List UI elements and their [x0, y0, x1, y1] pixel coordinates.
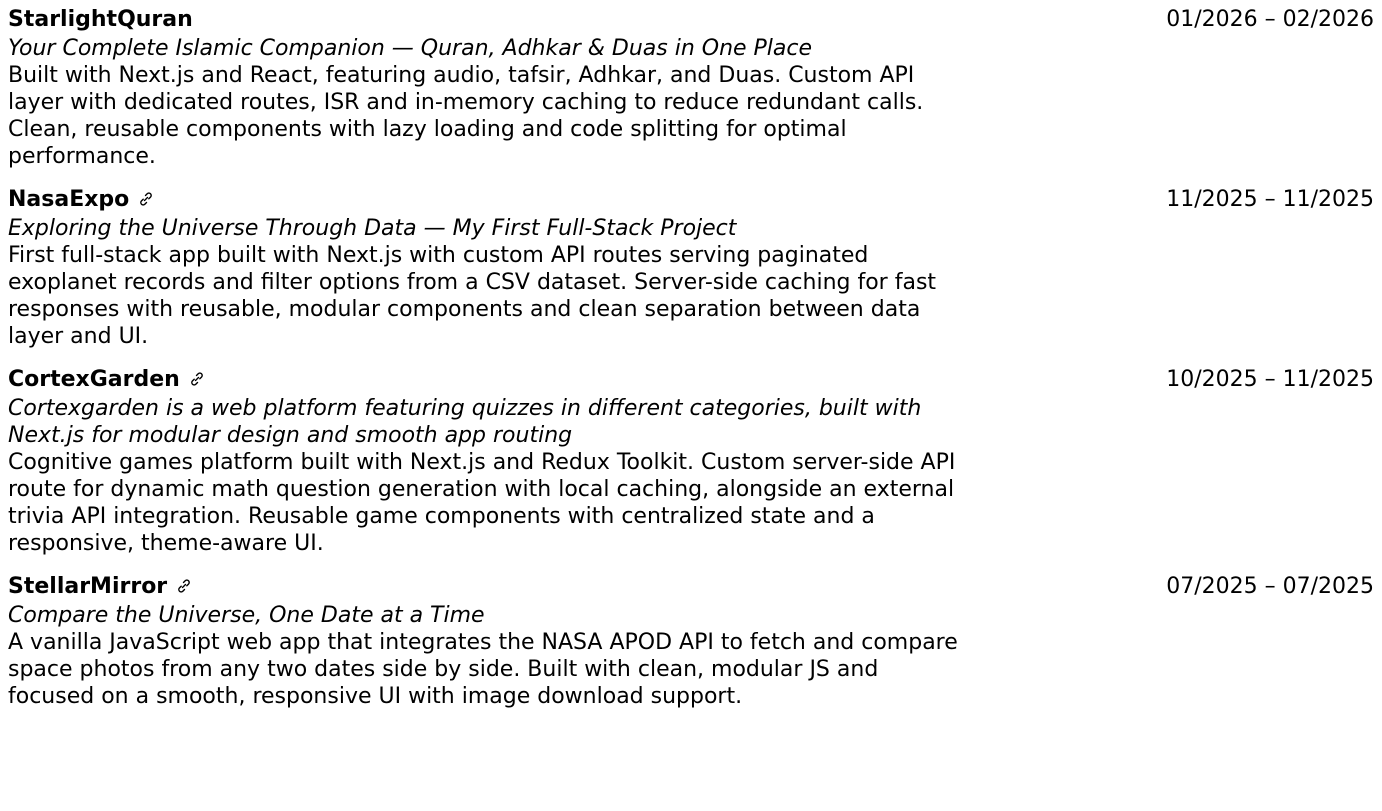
project-entry: CortexGarden 10/2025 – 11/2025 Cortexgar… [8, 366, 1374, 557]
project-dates: 10/2025 – 11/2025 [1166, 367, 1374, 392]
project-dates: 01/2026 – 02/2026 [1166, 7, 1374, 32]
project-description: Built with Next.js and React, featuring … [8, 63, 924, 169]
projects-section: StarlightQuran 01/2026 – 02/2026 Your Co… [8, 6, 1374, 726]
project-tagline: Cortexgarden is a web platform featuring… [8, 396, 922, 448]
project-dates: 07/2025 – 07/2025 [1166, 574, 1374, 599]
project-description: A vanilla JavaScript web app that integr… [8, 630, 958, 709]
project-entry: StellarMirror 07/2025 – 07/2025 Compare … [8, 573, 1374, 710]
project-description: First full-stack app built with Next.js … [8, 243, 937, 349]
link-icon[interactable] [189, 371, 205, 387]
project-title: StellarMirror [8, 574, 168, 599]
project-description: Cognitive games platform built with Next… [8, 450, 956, 556]
project-entry: StarlightQuran 01/2026 – 02/2026 Your Co… [8, 6, 1374, 170]
project-entry: NasaExpo 11/2025 – 11/2025 Exploring the… [8, 186, 1374, 350]
project-title: StarlightQuran [8, 7, 193, 32]
project-dates: 11/2025 – 11/2025 [1166, 187, 1374, 212]
project-tagline: Exploring the Universe Through Data — My… [8, 216, 737, 241]
project-title: CortexGarden [8, 367, 180, 392]
link-icon[interactable] [138, 191, 154, 207]
project-tagline: Your Complete Islamic Companion — Quran,… [8, 36, 813, 61]
link-icon[interactable] [176, 578, 192, 594]
project-tagline: Compare the Universe, One Date at a Time [8, 603, 485, 628]
project-title: NasaExpo [8, 187, 130, 212]
